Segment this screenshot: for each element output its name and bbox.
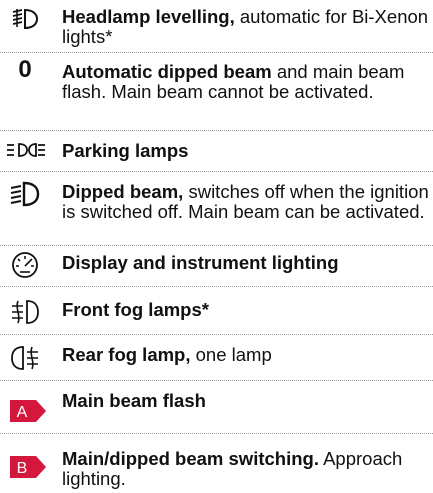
item-title: Display and instrument lighting [62,252,339,273]
divider [0,433,433,434]
item-text: Display and instrument lighting [62,253,429,273]
item-text: Front fog lamps* [62,300,429,320]
item-title: Main/dipped beam switching. [62,448,319,469]
item-title: Automatic dipped beam [62,61,272,82]
item-desc: one lamp [190,344,272,365]
item-text: Dipped beam, switches off when the ignit… [62,182,429,222]
instrument-lighting-icon [8,250,42,284]
item-text: Headlamp levelling, automatic for Bi-Xen… [62,7,429,47]
item-text: Main/dipped beam switching. Approach lig… [62,449,429,489]
badge-letter: B [17,460,28,477]
divider [0,380,433,381]
divider [0,130,433,131]
item-title: Front fog lamps* [62,299,209,320]
item-text: Main beam flash [62,391,429,411]
badge-letter: A [17,404,28,421]
item-title: Parking lamps [62,140,189,161]
divider [0,334,433,335]
badge-b: B [10,456,46,478]
divider [0,52,433,53]
item-title: Main beam flash [62,390,206,411]
divider [0,171,433,172]
item-text: Rear fog lamp, one lamp [62,345,429,365]
headlamp-levelling-icon [8,4,42,38]
dipped-beam-icon [8,180,42,214]
badge-a: A [10,400,46,422]
item-title: Dipped beam, [62,181,184,202]
item-title: Rear fog lamp, [62,344,191,365]
item-title: Headlamp levelling, [62,6,235,27]
rear-fog-lamp-icon [8,344,42,378]
item-text: Automatic dipped beam and main beam flas… [62,62,429,102]
divider [0,245,433,246]
divider [0,286,433,287]
front-fog-lamp-icon [8,298,42,332]
zero-symbol: 0 [18,56,32,83]
item-text: Parking lamps [62,141,429,161]
